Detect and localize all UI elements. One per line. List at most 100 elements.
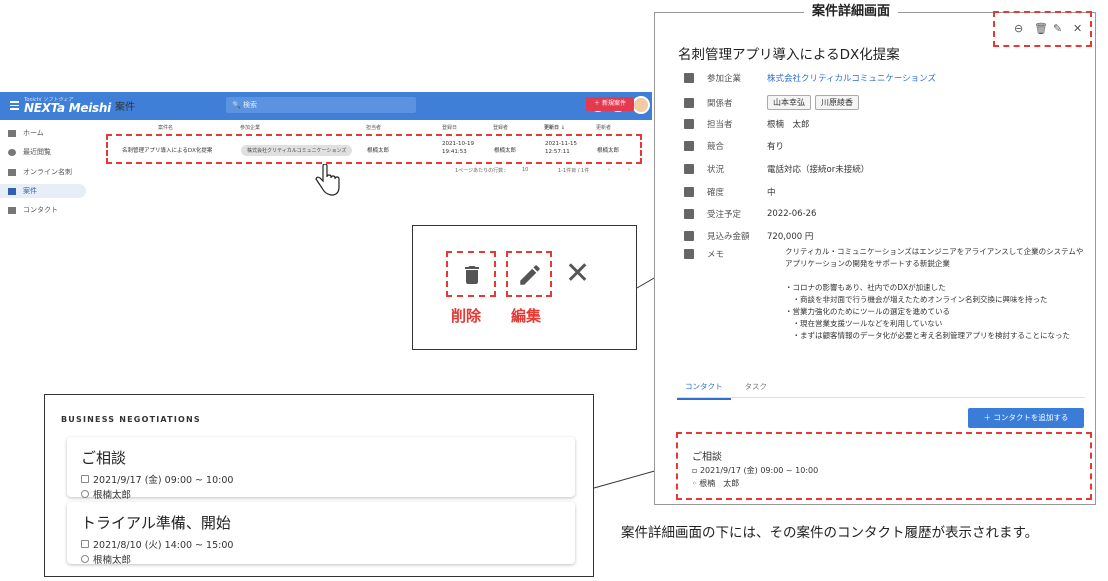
next-page-icon[interactable]: ›: [628, 167, 630, 173]
detail-row-competitor: 競合 有り: [684, 140, 784, 152]
menu-icon[interactable]: [10, 101, 19, 110]
people-icon: [684, 97, 694, 108]
search-placeholder: 検索: [242, 101, 257, 109]
section-title: BUSINESS NEGOTIATIONS: [61, 415, 201, 424]
col-header-created[interactable]: 登録日: [442, 124, 457, 131]
card-title: トライアル準備、開始: [81, 514, 231, 532]
calendar-icon: [684, 209, 694, 219]
row-created: 2021-10-19 19:41:53: [442, 141, 474, 155]
card-icon: [8, 168, 16, 176]
row-creator: 根楠太郎: [494, 148, 517, 154]
edit-label: 編集: [511, 307, 542, 325]
card-date: 2021/9/17 (金) 09:00 ~ 10:00: [93, 475, 234, 486]
sidebar-item-recent[interactable]: 最近閲覧: [8, 147, 51, 157]
detail-row-probability: 確度中: [684, 186, 776, 198]
delete-button-highlight[interactable]: [446, 251, 496, 297]
explanation-caption: 案件詳細画面の下には、その案件のコンタクト履歴が表示されます。: [621, 525, 1039, 541]
participant-chip[interactable]: 山本幸弘: [767, 95, 811, 110]
home-icon: [8, 129, 16, 137]
pointer-hand-icon: [315, 164, 340, 196]
contact-date: 2021/9/17 (金) 09:00 ~ 10:00: [699, 466, 819, 475]
pencil-icon: [520, 265, 540, 285]
avatar[interactable]: [632, 96, 650, 114]
close-icon[interactable]: ✕: [1073, 22, 1082, 35]
trash-icon: [465, 266, 479, 284]
col-header-creator[interactable]: 登録者: [493, 124, 508, 131]
negotiation-card[interactable]: トライアル準備、開始 2021/8/10 (火) 14:00 ~ 15:00 根…: [67, 502, 575, 566]
sidebar-item-contacts[interactable]: コンタクト: [8, 205, 58, 215]
fort-icon: [684, 141, 694, 151]
link-icon[interactable]: ⊖: [1014, 22, 1023, 35]
memo-text: クリティカル・コミュニケーションズはエンジニアをアライアンスして企業のシステムや…: [785, 247, 1084, 340]
row-company-chip[interactable]: 株式会社クリティカルコミュニケーションズ: [241, 145, 353, 156]
people-icon: [8, 206, 16, 214]
detail-row-status: 状況 電話対応（接続or未接続）: [684, 163, 869, 175]
chevrons-icon: [684, 164, 694, 174]
col-header-owner[interactable]: 担当者: [366, 124, 381, 131]
row-updater: 根楠太郎: [597, 148, 620, 154]
card-title: ご相談: [81, 449, 127, 467]
search-input[interactable]: 🔍 検索: [226, 97, 416, 113]
page-title: 案件: [115, 102, 135, 113]
calendar-icon: ▫: [692, 466, 698, 475]
contact-entry[interactable]: ご相談 ▫ 2021/9/17 (金) 09:00 ~ 10:00 ◦ 根楠 太…: [692, 448, 818, 489]
detail-row-amount: 見込み金額 720,000 円: [684, 230, 813, 242]
toolbar-zoom-callout: ✕ 削除 編集: [412, 225, 637, 350]
company-link[interactable]: 株式会社クリティカルコミュニケーションズ: [767, 72, 936, 84]
participant-chip[interactable]: 川原綾香: [815, 95, 859, 110]
detail-row-participants: 関係者 山本幸弘 川原綾香: [684, 95, 863, 110]
rows-per-page-label: 1ページあたりの行数：: [455, 168, 509, 174]
card-person: 根楠太郎: [93, 490, 132, 501]
deal-title: 名刺管理アプリ導入によるDX化提案: [678, 47, 900, 63]
sidebar-item-home[interactable]: ホーム: [8, 128, 44, 138]
rows-per-page-select[interactable]: 10: [522, 167, 528, 173]
detail-row-owner: 担当者 根楠 太郎: [684, 118, 810, 130]
detail-panel-caption: 案件詳細画面: [804, 0, 899, 19]
edit-button-highlight[interactable]: [506, 251, 552, 297]
card-date: 2021/8/10 (火) 14:00 ~ 15:00: [93, 540, 234, 551]
delete-label: 削除: [451, 307, 482, 325]
person-icon: [684, 119, 694, 129]
detail-row-company: 参加企業 株式会社クリティカルコミュニケーションズ: [684, 72, 936, 84]
building-icon: [684, 73, 694, 83]
new-deal-button[interactable]: ＋ 新規案件: [586, 97, 634, 111]
tab-divider: [677, 397, 1085, 398]
detail-row-expected-date: 受注予定 2022-06-26: [684, 208, 816, 220]
contact-person: 根楠 太郎: [699, 479, 740, 488]
col-header-updater[interactable]: 更新者: [596, 124, 611, 131]
person-icon: [81, 490, 89, 498]
tag-icon: [8, 187, 16, 195]
history-icon: [8, 148, 16, 156]
col-header-updated[interactable]: 更新日 ↓: [544, 124, 565, 131]
add-contact-button[interactable]: ＋ コンタクトを追加する: [968, 408, 1084, 428]
money-icon: [684, 231, 694, 241]
contact-title: ご相談: [692, 452, 722, 463]
calendar-icon: [81, 540, 89, 548]
contact-history-highlight[interactable]: ご相談 ▫ 2021/9/17 (金) 09:00 ~ 10:00 ◦ 根楠 太…: [676, 432, 1092, 500]
col-header-company[interactable]: 参加企業: [240, 124, 260, 131]
card-person: 根楠太郎: [93, 555, 132, 566]
handshake-icon: [684, 187, 694, 197]
negotiation-card[interactable]: ご相談 2021/9/17 (金) 09:00 ~ 10:00 根楠太郎: [67, 437, 575, 501]
app-screenshot: Tonichi ソフトウェア NEXTa Meishi 🔍 検索 ホーム 最近閲…: [0, 92, 652, 222]
prev-page-icon[interactable]: ‹: [608, 167, 610, 173]
col-header-name[interactable]: 案件名: [158, 124, 173, 131]
row-owner: 根楠太郎: [367, 148, 390, 154]
row-updated: 2021-11-15 12:57:11: [545, 141, 577, 155]
row-deal-name: 名刺管理アプリ導入によるDX化提案: [122, 148, 213, 154]
sidebar-item-online-card[interactable]: オンライン名刺: [8, 167, 72, 177]
calendar-icon: [81, 475, 89, 483]
app-header: Tonichi ソフトウェア NEXTa Meishi 🔍 検索: [0, 92, 652, 120]
person-icon: [81, 555, 89, 563]
sidebar-item-deals[interactable]: 案件: [0, 184, 86, 198]
person-icon: ◦: [692, 479, 697, 488]
pencil-icon[interactable]: ✎: [1053, 22, 1062, 35]
trash-icon[interactable]: 🗑: [1034, 22, 1048, 35]
business-negotiations-panel: BUSINESS NEGOTIATIONS ご相談 2021/9/17 (金) …: [44, 394, 594, 577]
detail-row-memo: メモ: [684, 248, 767, 260]
pager-range: 1-1件目 / 1件: [558, 168, 590, 174]
close-icon[interactable]: ✕: [565, 256, 590, 291]
highlighted-table-row[interactable]: 名刺管理アプリ導入によるDX化提案 株式会社クリティカルコミュニケーションズ 根…: [106, 134, 642, 164]
app-logo: NEXTa Meishi: [24, 101, 111, 115]
notes-icon: [684, 249, 694, 259]
